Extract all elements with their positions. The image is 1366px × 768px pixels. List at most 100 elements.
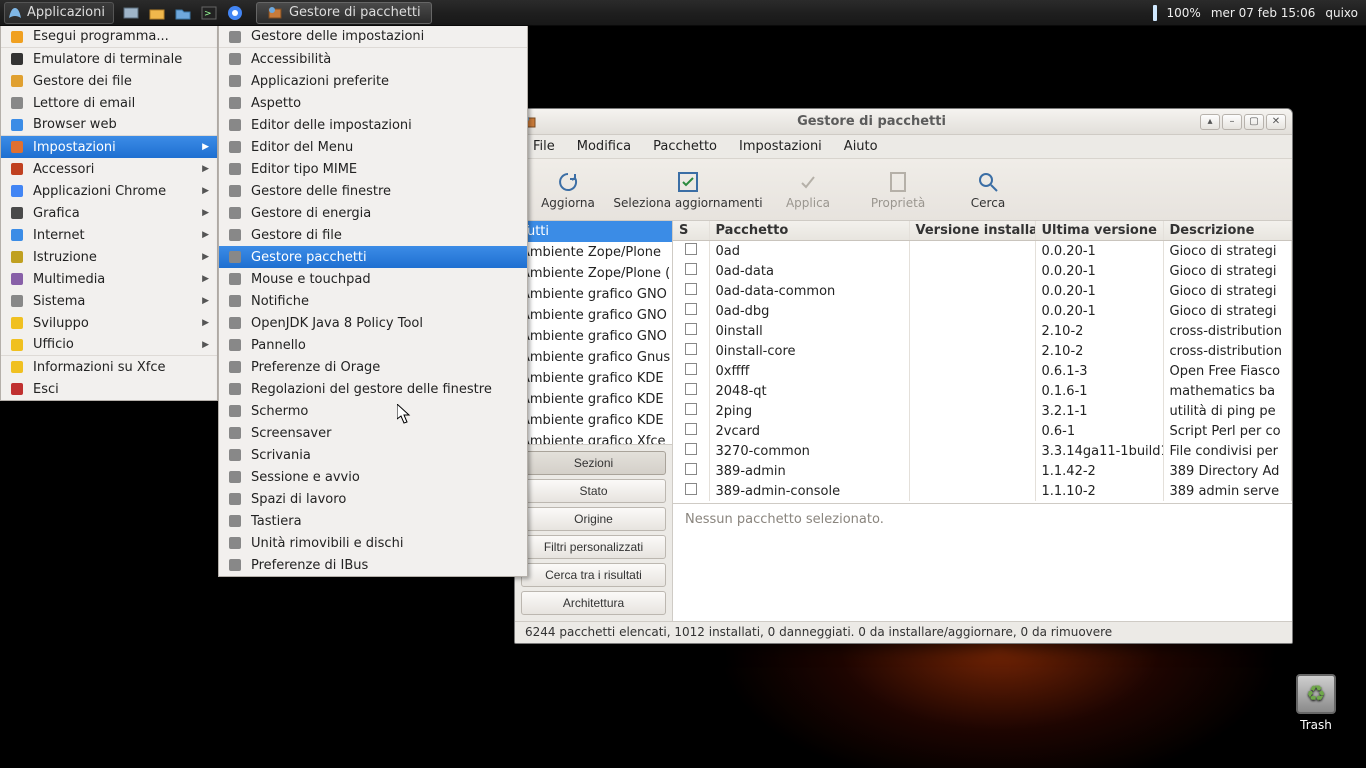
category-item[interactable]: Ambiente grafico KDE xyxy=(515,410,672,431)
launcher-file-manager[interactable] xyxy=(146,2,168,24)
package-row[interactable]: 389-admin1.1.42-2389 Directory Ad xyxy=(673,461,1292,481)
launcher-show-desktop[interactable] xyxy=(120,2,142,24)
filter-button-3[interactable]: Filtri personalizzati xyxy=(521,535,666,559)
app-menu-item-web[interactable]: Browser web xyxy=(1,114,217,136)
category-item[interactable]: Ambiente grafico Gnus xyxy=(515,347,672,368)
package-row[interactable]: 0ad-data-common0.0.20-1Gioco di strategi xyxy=(673,281,1292,301)
user-name[interactable]: quixo xyxy=(1325,6,1358,20)
category-item[interactable]: Ambiente grafico GNO xyxy=(515,305,672,326)
settings-item-favapps[interactable]: Applicazioni preferite xyxy=(219,70,527,92)
package-row[interactable]: 2vcard0.6-1Script Perl per co xyxy=(673,421,1292,441)
package-row[interactable]: 389-admin-console1.1.10-2389 admin serve xyxy=(673,481,1292,501)
col-installed-version[interactable]: Versione installata xyxy=(909,221,1035,241)
settings-item-pkg[interactable]: Gestore pacchetti xyxy=(219,246,527,268)
app-menu-item-chrome[interactable]: Applicazioni Chrome▶ xyxy=(1,180,217,202)
settings-item-settings-editor[interactable]: Editor delle impostazioni xyxy=(219,114,527,136)
close-button[interactable]: ✕ xyxy=(1266,114,1286,130)
package-table[interactable]: S Pacchetto Versione installata Ultima v… xyxy=(673,221,1292,503)
menu-help[interactable]: Aiuto xyxy=(834,136,888,157)
status-checkbox[interactable] xyxy=(685,403,697,415)
settings-item-wm-tweaks[interactable]: Regolazioni del gestore delle finestre xyxy=(219,378,527,400)
settings-item-appearance[interactable]: Aspetto xyxy=(219,92,527,114)
app-menu-item-settings[interactable]: Impostazioni▶ xyxy=(1,136,217,158)
menu-file[interactable]: File xyxy=(523,136,565,157)
minimize-button[interactable]: – xyxy=(1222,114,1242,130)
maximize-button[interactable]: ▢ xyxy=(1244,114,1264,130)
status-checkbox[interactable] xyxy=(685,383,697,395)
status-checkbox[interactable] xyxy=(685,483,697,495)
status-checkbox[interactable] xyxy=(685,423,697,435)
settings-item-notify[interactable]: Notifiche xyxy=(219,290,527,312)
settings-item-menu-editor[interactable]: Editor del Menu xyxy=(219,136,527,158)
category-item[interactable]: Ambiente grafico Xfce xyxy=(515,431,672,445)
applications-menu-button[interactable]: Applicazioni xyxy=(4,2,114,24)
settings-item-display[interactable]: Schermo xyxy=(219,400,527,422)
filter-button-1[interactable]: Stato xyxy=(521,479,666,503)
menu-settings[interactable]: Impostazioni xyxy=(729,136,832,157)
category-list[interactable]: TuttiAmbiente Zope/PloneAmbiente Zope/Pl… xyxy=(515,221,672,445)
settings-item-power[interactable]: Gestore di energia xyxy=(219,202,527,224)
app-menu-item-office[interactable]: Ufficio▶ xyxy=(1,334,217,356)
status-checkbox[interactable] xyxy=(685,443,697,455)
status-checkbox[interactable] xyxy=(685,303,697,315)
settings-item-a11y[interactable]: Accessibilità xyxy=(219,48,527,70)
clock[interactable]: mer 07 feb 15:06 xyxy=(1211,6,1316,20)
package-row[interactable]: 2048-qt0.1.6-1mathematics ba xyxy=(673,381,1292,401)
launcher-terminal[interactable]: > xyxy=(198,2,220,24)
app-menu-item-files[interactable]: Gestore dei file xyxy=(1,70,217,92)
category-item[interactable]: Ambiente grafico GNO xyxy=(515,326,672,347)
settings-item-session[interactable]: Sessione e avvio xyxy=(219,466,527,488)
package-row[interactable]: 0ad0.0.20-1Gioco di strategi xyxy=(673,241,1292,262)
settings-item-java[interactable]: OpenJDK Java 8 Policy Tool xyxy=(219,312,527,334)
app-menu-item-accessories[interactable]: Accessori▶ xyxy=(1,158,217,180)
app-menu-item-run[interactable]: Esegui programma... xyxy=(1,26,217,48)
category-item[interactable]: Ambiente grafico GNO xyxy=(515,284,672,305)
settings-item-mime[interactable]: Editor tipo MIME xyxy=(219,158,527,180)
settings-item-orage[interactable]: Preferenze di Orage xyxy=(219,356,527,378)
settings-item-keyboard[interactable]: Tastiera xyxy=(219,510,527,532)
app-menu-item-education[interactable]: Istruzione▶ xyxy=(1,246,217,268)
status-checkbox[interactable] xyxy=(685,463,697,475)
package-row[interactable]: 0install2.10-2cross-distribution xyxy=(673,321,1292,341)
launcher-files[interactable] xyxy=(172,2,194,24)
filter-button-4[interactable]: Cerca tra i risultati xyxy=(521,563,666,587)
toolbar-search[interactable]: Cerca xyxy=(943,168,1033,212)
battery-indicator-icon[interactable] xyxy=(1153,5,1157,21)
app-menu-item-dev[interactable]: Sviluppo▶ xyxy=(1,312,217,334)
col-status[interactable]: S xyxy=(673,221,709,241)
status-checkbox[interactable] xyxy=(685,363,697,375)
filter-button-2[interactable]: Origine xyxy=(521,507,666,531)
settings-item-settings-mgr[interactable]: Gestore delle impostazioni xyxy=(219,26,527,48)
settings-item-ibus[interactable]: Preferenze di IBus xyxy=(219,554,527,576)
status-checkbox[interactable] xyxy=(685,323,697,335)
col-description[interactable]: Descrizione xyxy=(1163,221,1292,241)
settings-item-wm[interactable]: Gestore delle finestre xyxy=(219,180,527,202)
launcher-chrome[interactable] xyxy=(224,2,246,24)
category-item[interactable]: Tutti xyxy=(515,221,672,242)
package-row[interactable]: 0xffff0.6.1-3Open Free Fiasco xyxy=(673,361,1292,381)
package-row[interactable]: 0ad-dbg0.0.20-1Gioco di strategi xyxy=(673,301,1292,321)
app-menu-item-system[interactable]: Sistema▶ xyxy=(1,290,217,312)
settings-item-workspaces[interactable]: Spazi di lavoro xyxy=(219,488,527,510)
category-item[interactable]: Ambiente Zope/Plone xyxy=(515,242,672,263)
roll-up-button[interactable]: ▴ xyxy=(1200,114,1220,130)
app-menu-item-graphics[interactable]: Grafica▶ xyxy=(1,202,217,224)
package-row[interactable]: 3270-common3.3.14ga11-1build1File condiv… xyxy=(673,441,1292,461)
app-menu-item-multimedia[interactable]: Multimedia▶ xyxy=(1,268,217,290)
filter-button-0[interactable]: Sezioni xyxy=(521,451,666,475)
titlebar[interactable]: Gestore di pacchetti ▴ – ▢ ✕ xyxy=(515,109,1292,135)
settings-item-desktop[interactable]: Scrivania xyxy=(219,444,527,466)
status-checkbox[interactable] xyxy=(685,283,697,295)
col-latest-version[interactable]: Ultima versione xyxy=(1035,221,1163,241)
settings-item-fm[interactable]: Gestore di file xyxy=(219,224,527,246)
app-menu-item-internet[interactable]: Internet▶ xyxy=(1,224,217,246)
status-checkbox[interactable] xyxy=(685,243,697,255)
category-item[interactable]: Ambiente grafico KDE xyxy=(515,368,672,389)
settings-item-panel[interactable]: Pannello xyxy=(219,334,527,356)
app-menu-item-exit[interactable]: Esci xyxy=(1,378,217,400)
taskbar-window-synaptic[interactable]: Gestore di pacchetti xyxy=(256,2,432,24)
category-item[interactable]: Ambiente grafico KDE xyxy=(515,389,672,410)
app-menu-item-about[interactable]: Informazioni su Xfce xyxy=(1,356,217,378)
app-menu-item-mail[interactable]: Lettore di email xyxy=(1,92,217,114)
settings-item-screensaver[interactable]: Screensaver xyxy=(219,422,527,444)
